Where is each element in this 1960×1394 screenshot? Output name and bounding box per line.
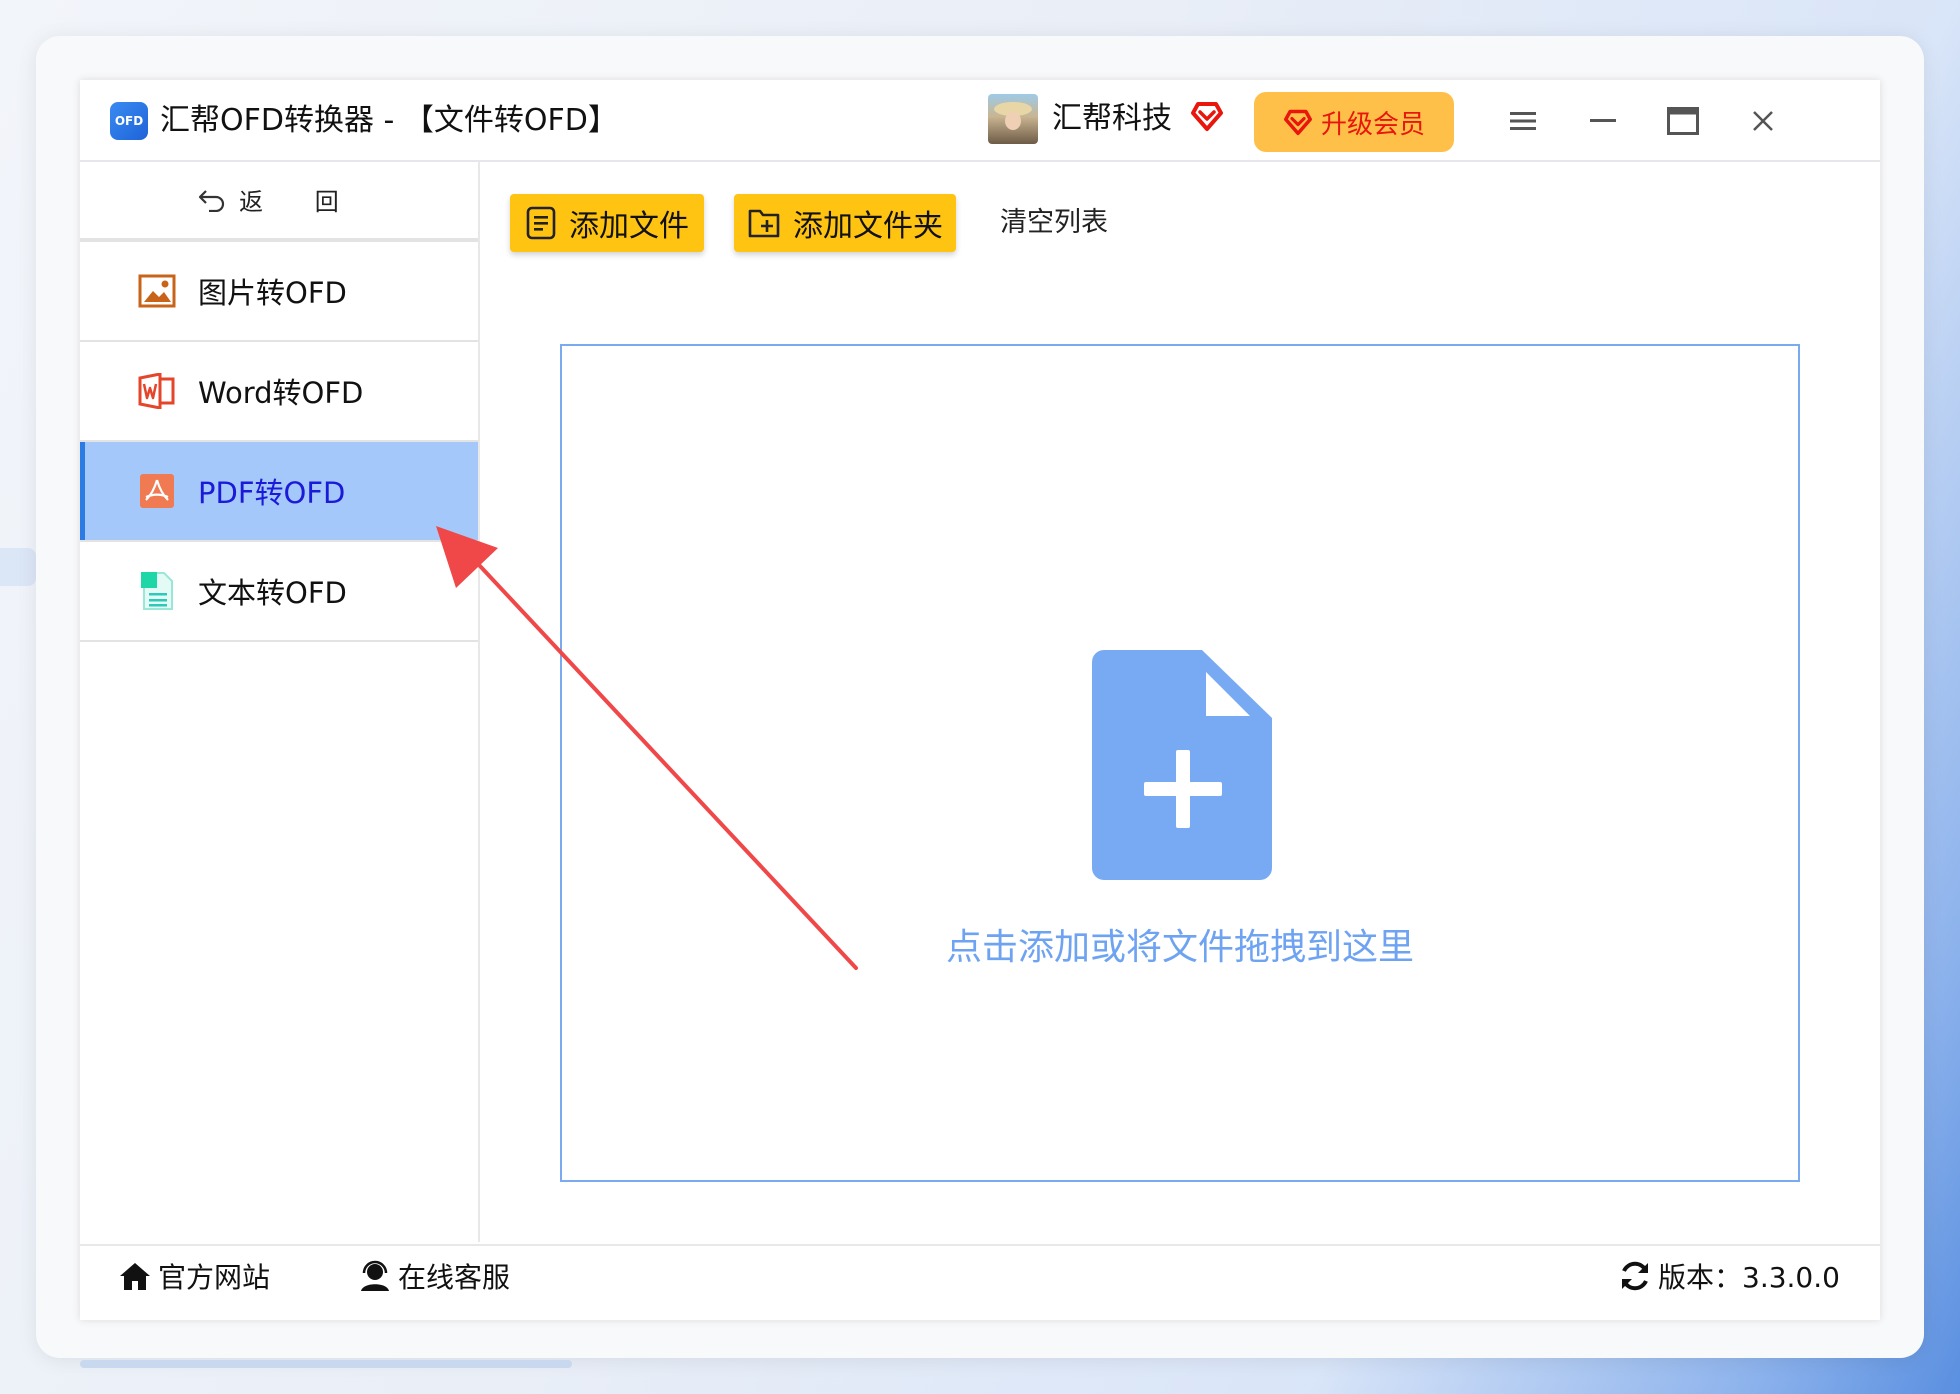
upgrade-label: 升级会员 <box>1320 109 1425 140</box>
minimize-icon <box>1590 119 1616 122</box>
service-label: 在线客服 <box>398 1261 511 1294</box>
minimize-button[interactable] <box>1578 96 1628 146</box>
hamburger-icon <box>1510 112 1536 130</box>
add-file-button[interactable]: 添加文件 <box>510 194 704 252</box>
back-arrow-icon <box>199 190 225 212</box>
sidebar-item-text-to-ofd[interactable]: 文本转OFD <box>80 542 478 642</box>
app-logo-icon: OFD <box>110 102 148 140</box>
sidebar-item-label: PDF转OFD <box>198 476 346 510</box>
file-list-icon <box>526 206 556 240</box>
version-label: 版本：3.3.0.0 <box>1658 1261 1840 1294</box>
diamond-vip-icon <box>1191 102 1223 131</box>
app-window: OFD 汇帮OFD转换器 - 【文件转OFD】 汇帮科技 升级会员 返 回 图片… <box>80 80 1880 1320</box>
add-folder-button[interactable]: 添加文件夹 <box>734 194 956 252</box>
diamond-icon <box>1283 109 1312 136</box>
home-icon <box>120 1263 150 1290</box>
upgrade-member-button[interactable]: 升级会员 <box>1254 92 1454 152</box>
online-service-link[interactable]: 在线客服 <box>358 1256 510 1296</box>
text-file-icon <box>138 572 176 610</box>
add-file-icon <box>1092 650 1272 880</box>
close-icon <box>1753 111 1773 131</box>
version-info[interactable]: 版本：3.3.0.0 <box>1618 1256 1840 1296</box>
word-icon <box>138 372 176 410</box>
back-label: 返 回 <box>239 187 361 216</box>
sidebar: 返 回 图片转OFD Word转OFD PDF转OFD 文本转OFD <box>80 160 480 1242</box>
sidebar-item-label: 文本转OFD <box>198 576 347 610</box>
clear-list-button[interactable]: 清空列表 <box>1000 200 1108 246</box>
background-decoration <box>80 1360 572 1368</box>
menu-button[interactable] <box>1498 96 1548 146</box>
official-website-link[interactable]: 官方网站 <box>118 1256 270 1296</box>
back-button[interactable]: 返 回 <box>80 160 478 242</box>
sidebar-item-image-to-ofd[interactable]: 图片转OFD <box>80 242 478 342</box>
folder-add-icon <box>748 209 780 238</box>
sidebar-item-word-to-ofd[interactable]: Word转OFD <box>80 342 478 442</box>
pdf-icon <box>138 472 176 510</box>
window-title: 汇帮OFD转换器 - 【文件转OFD】 <box>160 103 618 138</box>
avatar[interactable] <box>988 94 1038 144</box>
customer-service-icon <box>361 1260 389 1291</box>
user-name: 汇帮科技 <box>1052 101 1172 136</box>
sidebar-item-label: 图片转OFD <box>198 276 347 310</box>
footer-bar: 官方网站 在线客服 版本：3.3.0.0 <box>80 1244 1880 1322</box>
close-button[interactable] <box>1738 96 1788 146</box>
file-drop-zone[interactable]: 点击添加或将文件拖拽到这里 <box>560 344 1800 1182</box>
maximize-icon <box>1667 107 1699 135</box>
image-icon <box>138 272 176 310</box>
title-bar: OFD 汇帮OFD转换器 - 【文件转OFD】 汇帮科技 升级会员 <box>80 80 1880 162</box>
maximize-button[interactable] <box>1658 96 1708 146</box>
drop-zone-hint: 点击添加或将文件拖拽到这里 <box>945 927 1414 968</box>
sidebar-item-label: Word转OFD <box>198 376 364 410</box>
add-folder-label: 添加文件夹 <box>793 209 943 244</box>
sidebar-item-pdf-to-ofd[interactable]: PDF转OFD <box>80 442 478 542</box>
add-file-label: 添加文件 <box>569 209 689 244</box>
background-decoration <box>0 548 36 586</box>
website-label: 官方网站 <box>158 1261 271 1294</box>
refresh-icon <box>1622 1261 1648 1291</box>
